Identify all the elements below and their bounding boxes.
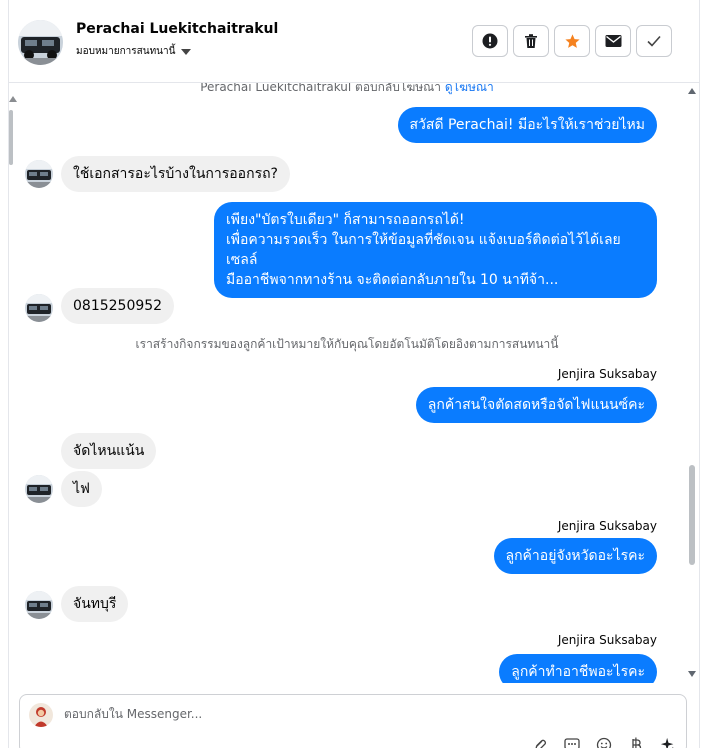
message-bubble-outgoing: เพียง"บัตรใบเดียว" ก็สามารถออกรถได้! เพื… xyxy=(214,202,657,298)
page-avatar xyxy=(29,703,53,727)
mark-unread-button[interactable] xyxy=(595,25,631,57)
message-bubble-incoming: จัดไหนแน้น xyxy=(61,433,157,469)
message-bubble-outgoing: ลูกค้าอยู่จังหวัดอะไรคะ xyxy=(493,538,657,574)
contact-avatar-small xyxy=(25,475,53,503)
sender-name: Jenjira Suksabay xyxy=(557,519,657,533)
check-icon xyxy=(647,35,661,47)
emoji-icon[interactable] xyxy=(596,737,612,748)
mark-spam-button[interactable] xyxy=(472,25,508,57)
mark-done-button[interactable] xyxy=(636,25,672,57)
contact-avatar-small xyxy=(25,294,53,322)
currency-icon[interactable] xyxy=(628,737,644,748)
message-bubble-outgoing: สวัสดี Perachai! มีอะไรให้เราช่วยไหม xyxy=(397,107,657,143)
reply-composer xyxy=(19,694,687,748)
mail-icon xyxy=(605,35,621,47)
contact-avatar-small xyxy=(25,591,53,619)
attach-icon[interactable] xyxy=(532,737,548,748)
contact-name[interactable]: Perachai Luekitchaitrakul xyxy=(76,21,278,37)
assign-label: มอบหมายการสนทนานี้ xyxy=(76,46,176,57)
trash-icon xyxy=(525,34,537,48)
star-icon xyxy=(564,33,580,48)
sparkle-icon[interactable] xyxy=(660,737,676,748)
view-ad-link[interactable]: ดูโฆษณา xyxy=(445,83,494,94)
sender-name: Jenjira Suksabay xyxy=(557,367,657,381)
message-bubble-incoming: 0815250952 xyxy=(61,288,175,324)
message-bubble-incoming: จันทบุรี xyxy=(61,586,129,622)
composer-tools xyxy=(532,737,676,748)
ad-reply-note: Perachai Luekitchaitrakul ตอบกลับโฆษณา ด… xyxy=(9,83,685,97)
ad-reply-note-text: Perachai Luekitchaitrakul ตอบกลับโฆษณา xyxy=(200,83,442,94)
scroll-up-arrow[interactable] xyxy=(688,88,696,94)
message-bubble-outgoing: ลูกค้าทำอาชีพอะไรคะ xyxy=(499,654,657,683)
caret-down-icon xyxy=(181,48,192,55)
reply-input[interactable] xyxy=(64,707,464,721)
alert-icon xyxy=(482,33,498,49)
star-button[interactable] xyxy=(554,25,590,57)
delete-button[interactable] xyxy=(513,25,549,57)
contact-avatar[interactable] xyxy=(18,20,63,65)
conversation-header: Perachai Luekitchaitrakul มอบหมายการสนทน… xyxy=(9,0,699,83)
message-bubble-outgoing: ลูกค้าสนใจตัดสดหรือจัดไฟแนนซ์คะ xyxy=(415,387,657,423)
message-thread[interactable]: Perachai Luekitchaitrakul ตอบกลับโฆษณา ด… xyxy=(9,83,685,683)
header-actions xyxy=(472,25,672,57)
assign-conversation-dropdown[interactable]: มอบหมายการสนทนานี้ xyxy=(76,44,192,59)
message-bubble-incoming: ใช้เอกสารอะไรบ้างในการออกรถ? xyxy=(61,156,290,192)
auto-lead-note: เราสร้างกิจกรรมของลูกค้าเป้าหมายให้กับคุ… xyxy=(135,337,559,351)
contact-avatar-small xyxy=(25,160,53,188)
scroll-down-arrow[interactable] xyxy=(688,671,696,677)
message-bubble-incoming: ไฟ xyxy=(61,471,102,507)
sender-name: Jenjira Suksabay xyxy=(557,633,657,647)
saved-reply-icon[interactable] xyxy=(564,737,580,748)
conversation-panel: Perachai Luekitchaitrakul มอบหมายการสนทน… xyxy=(8,0,700,748)
thread-scrollbar-thumb[interactable] xyxy=(689,465,695,565)
